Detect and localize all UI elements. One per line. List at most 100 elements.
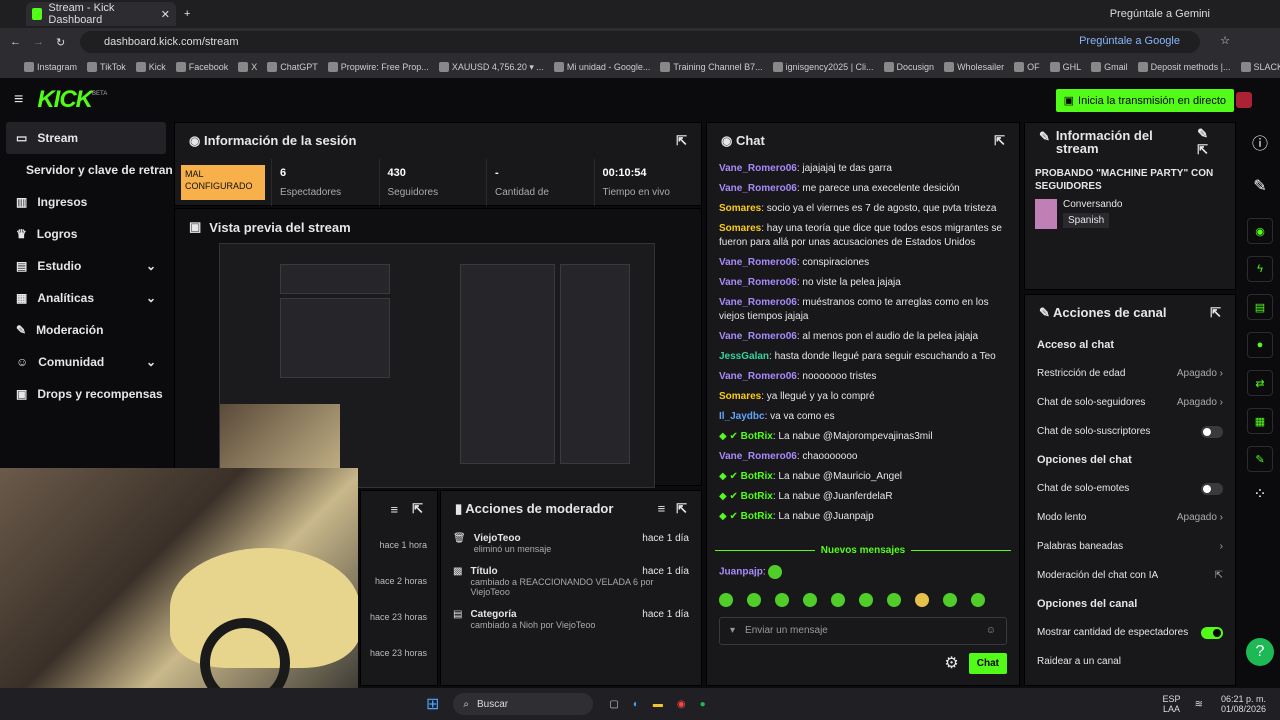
menu-icon[interactable]: ≡ bbox=[14, 91, 23, 109]
chat-message[interactable]: ◆ ✔ BotRix: La nabue @Majorompevajinas3m… bbox=[707, 427, 1019, 447]
popout-icon[interactable]: ⇱ bbox=[676, 501, 687, 516]
chat-message[interactable]: Vane_Romero06: al menos pon el audio de … bbox=[707, 327, 1019, 347]
chat-username[interactable]: Vane_Romero06 bbox=[719, 297, 797, 308]
popout-icon[interactable]: ⇱ bbox=[1210, 305, 1221, 321]
info-icon[interactable]: ⓘ bbox=[1252, 130, 1268, 154]
chat-message[interactable]: Vane_Romero06: me parece una execelente … bbox=[707, 179, 1019, 199]
bookmark-item[interactable]: ChatGPT bbox=[267, 62, 318, 72]
bookmark-item[interactable]: Instagram bbox=[24, 62, 77, 72]
bookmark-item[interactable]: Training Channel B7... bbox=[660, 62, 763, 72]
chat-message[interactable]: Vane_Romero06: no viste la pelea jajaja bbox=[707, 273, 1019, 293]
bookmark-item[interactable]: Deposit methods |... bbox=[1137, 62, 1231, 72]
emote-icon[interactable] bbox=[915, 592, 929, 607]
ai-moderation-row[interactable]: Moderación del chat con IA ⇱ bbox=[1025, 561, 1235, 590]
show-viewers-toggle[interactable] bbox=[1201, 626, 1223, 639]
popout-icon[interactable]: ⇱ bbox=[676, 133, 687, 149]
chat-username[interactable]: JessGalan bbox=[719, 351, 769, 362]
gemini-button[interactable]: Pregúntale a Gemini bbox=[1110, 8, 1210, 20]
bookmark-item[interactable]: Propwire: Free Prop... bbox=[327, 62, 429, 72]
gear-icon[interactable]: ⚙ bbox=[944, 653, 958, 673]
bookmark-item[interactable]: X bbox=[238, 62, 257, 72]
emote-icon[interactable] bbox=[943, 592, 957, 607]
chat-username[interactable]: Somares bbox=[719, 223, 761, 234]
help-icon[interactable]: ? bbox=[1246, 638, 1274, 666]
sidebar-item-estudio[interactable]: ▤ Estudio ⌄ bbox=[0, 250, 172, 282]
clock[interactable]: 06:21 p. m. 01/08/2026 bbox=[1221, 694, 1266, 714]
chat-username[interactable]: Vane_Romero06 bbox=[719, 163, 797, 174]
emote-icon[interactable] bbox=[747, 592, 761, 607]
star-icon[interactable]: ☆ bbox=[1220, 34, 1230, 47]
layers-icon[interactable]: ▦ bbox=[1247, 408, 1273, 434]
bookmark-item[interactable]: TikTok bbox=[87, 62, 126, 72]
emote-icon[interactable] bbox=[803, 592, 817, 607]
bookmark-item[interactable]: Docusign bbox=[883, 62, 934, 72]
chat-bubble-icon[interactable]: ● bbox=[1247, 332, 1273, 358]
edit-icon[interactable]: ✎ bbox=[1197, 126, 1208, 141]
chat-message[interactable]: Vane_Romero06: chaooooooo bbox=[707, 447, 1019, 467]
mod-item[interactable]: ▤ Categoría hace 1 día cambiado a Nioh por … bbox=[441, 603, 701, 636]
raid-row[interactable]: Raidear a un canal bbox=[1025, 647, 1235, 676]
pencil-icon[interactable]: ✎ bbox=[1253, 176, 1266, 196]
emote-icon[interactable] bbox=[775, 592, 789, 607]
chat-username[interactable]: Vane_Romero06 bbox=[719, 257, 797, 268]
reload-icon[interactable]: ↻ bbox=[56, 36, 65, 49]
banned-words-row[interactable]: Palabras baneadas › bbox=[1025, 532, 1235, 561]
bookmark-item[interactable]: XAUUSD 4,756.20 ▾ ... bbox=[438, 62, 544, 73]
chat-username[interactable]: BotRix bbox=[741, 471, 773, 482]
chat-message[interactable]: ◆ ✔ BotRix: La nabue @Juanpajp bbox=[707, 507, 1019, 527]
chat-username[interactable]: Vane_Romero06 bbox=[719, 371, 797, 382]
url-field[interactable]: dashboard.kick.com/stream bbox=[80, 31, 1200, 53]
emote-icon[interactable] bbox=[971, 592, 985, 607]
bookmark-item[interactable]: SLACK bbox=[1240, 62, 1280, 72]
document-icon[interactable]: ▤ bbox=[1247, 294, 1273, 320]
bookmark-item[interactable]: OF bbox=[1014, 62, 1040, 72]
chat-username[interactable]: BotRix bbox=[741, 491, 773, 502]
sidebar-item-logros[interactable]: ♛ Logros bbox=[0, 218, 172, 250]
chat-message[interactable]: Il_Jaydbc: va va como es bbox=[707, 407, 1019, 427]
lightning-icon[interactable]: ϟ bbox=[1247, 256, 1273, 282]
close-icon[interactable]: ✕ bbox=[161, 8, 170, 21]
age-restriction-row[interactable]: Restricción de edad Apagado › bbox=[1025, 359, 1235, 388]
slow-mode-row[interactable]: Modo lento Apagado › bbox=[1025, 503, 1235, 532]
sidebar-item-moderacion[interactable]: ✎ Moderación bbox=[0, 314, 172, 346]
chat-message[interactable]: Somares: socio ya el viernes es 7 de ago… bbox=[707, 199, 1019, 219]
emote-icon[interactable] bbox=[831, 592, 845, 607]
chat-message[interactable]: Juanpajp: bbox=[707, 562, 1019, 583]
bookmark-item[interactable]: Gmail bbox=[1091, 62, 1128, 72]
filter-icon[interactable]: ≡ bbox=[391, 502, 399, 517]
sidebar-item-stream[interactable]: ▭ Stream bbox=[6, 122, 166, 154]
chat-message[interactable]: Vane_Romero06: jajajajaj te das garra bbox=[707, 159, 1019, 179]
new-messages-divider[interactable]: Nuevos mensajes bbox=[707, 545, 1019, 556]
sidebar-item-analiticas[interactable]: ▦ Analíticas ⌄ bbox=[0, 282, 172, 314]
bookmark-item[interactable]: GHL bbox=[1049, 62, 1081, 72]
chat-message[interactable]: ◆ ✔ BotRix: La nabue @Mauricio_Angel bbox=[707, 467, 1019, 487]
browser-tab[interactable]: Stream - Kick Dashboard ✕ bbox=[26, 2, 176, 26]
popout-icon[interactable]: ⇱ bbox=[412, 501, 423, 517]
kick-logo[interactable]: KICK bbox=[37, 86, 93, 114]
popout-icon[interactable]: ⇱ bbox=[1197, 142, 1208, 157]
forward-icon[interactable]: → bbox=[33, 36, 44, 48]
chat-username[interactable]: Somares bbox=[719, 391, 761, 402]
wrench-icon[interactable]: ✎ bbox=[1247, 446, 1273, 472]
explorer-icon[interactable]: ▬ bbox=[653, 699, 663, 710]
chat-message[interactable]: JessGalan: hasta donde llegué para segui… bbox=[707, 347, 1019, 367]
mod-item[interactable]: 🗑 ViejoTeoo hace 1 día eliminó un mensaje bbox=[441, 527, 701, 560]
chat-username[interactable]: Somares bbox=[719, 203, 761, 214]
chat-message[interactable]: Somares: ya llegué y ya lo compré bbox=[707, 387, 1019, 407]
language-indicator[interactable]: ESP LAA bbox=[1163, 694, 1181, 714]
bookmark-item[interactable]: Mi unidad - Google... bbox=[553, 62, 650, 72]
emotes-only-toggle[interactable] bbox=[1201, 482, 1223, 495]
avatar[interactable] bbox=[1236, 92, 1252, 108]
bookmark-item[interactable]: Wholesailer bbox=[944, 62, 1004, 72]
chat-username[interactable]: Il_Jaydbc bbox=[719, 411, 765, 422]
taskbar-search[interactable]: ⌕ Buscar bbox=[453, 693, 594, 715]
chat-message[interactable]: Somares: hay una teoría que dice que tod… bbox=[707, 219, 1019, 253]
emoji-icon[interactable]: ☺ bbox=[986, 625, 996, 636]
emote-icon[interactable] bbox=[719, 592, 733, 607]
windows-start-icon[interactable]: ⊞ bbox=[426, 694, 439, 714]
sidebar-item-server-key[interactable]: Servidor y clave de retransmisión bbox=[0, 154, 172, 186]
go-live-button[interactable]: ▣ Inicia la transmisión en directo bbox=[1055, 89, 1234, 112]
bookmark-item[interactable]: ignisgency2025 | Cli... bbox=[772, 62, 874, 72]
back-icon[interactable]: ← bbox=[10, 36, 21, 48]
chat-username[interactable]: Vane_Romero06 bbox=[719, 183, 797, 194]
